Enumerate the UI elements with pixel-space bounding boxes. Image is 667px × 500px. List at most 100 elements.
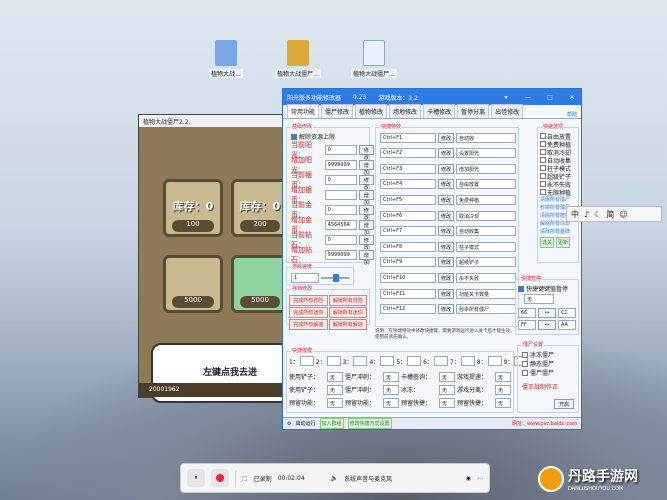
ime-mode-icon[interactable]: ♪ bbox=[584, 210, 589, 219]
zombie-option-checkbox[interactable] bbox=[522, 360, 528, 367]
hotkey-action-select[interactable]: 功能关卡数量 bbox=[456, 288, 517, 299]
tab-slot[interactable]: 卡槽修改 bbox=[423, 104, 456, 118]
select-level-button[interactable]: 选关 bbox=[540, 237, 555, 248]
field-input[interactable]: 4564564 bbox=[324, 219, 357, 230]
hotkey-modify-button[interactable]: 修改 bbox=[438, 257, 455, 268]
hotkey-input[interactable]: Ctrl+F3 bbox=[380, 163, 436, 174]
quick-option-item[interactable]: 无限种植 bbox=[540, 188, 571, 197]
game-window[interactable]: 植物大战僵尸2.2 库存：0 100 库存：0 200 5000 5000 左键… bbox=[138, 114, 291, 403]
gold-tile[interactable]: 库存：0 200 bbox=[231, 179, 289, 237]
quick-action-link[interactable]: 清除所有僵尸 bbox=[540, 196, 571, 204]
hotkey-input[interactable]: Ctrl+F9 bbox=[380, 257, 436, 268]
hotkey-action-select[interactable]: 柱子模式 bbox=[456, 241, 517, 252]
tab-plant[interactable]: 植物修改 bbox=[355, 104, 388, 118]
slot-select[interactable] bbox=[487, 356, 502, 366]
complete-mini-button[interactable]: 完成所有迷你 bbox=[289, 307, 328, 318]
desktop-icon-archive[interactable]: 植物大战... bbox=[196, 40, 256, 78]
field-button[interactable]: 增加 bbox=[358, 159, 375, 176]
hotkey-action-select[interactable]: 秒杀所有僵尸 bbox=[456, 304, 517, 315]
zombie-option-item[interactable]: 静态僵尸 bbox=[522, 359, 554, 368]
update-button[interactable]: 更新 bbox=[556, 237, 571, 248]
hotkey-modify-button[interactable]: 修改 bbox=[438, 241, 455, 252]
hotkey-action-select[interactable]: 取消冷却 bbox=[456, 210, 517, 221]
hotkey-modify-button[interactable]: 修改 bbox=[438, 272, 455, 283]
tab-common[interactable]: 常用功能 bbox=[287, 104, 320, 118]
field-input[interactable]: 0 bbox=[324, 174, 357, 185]
quick-option-checkbox[interactable] bbox=[540, 189, 546, 195]
hotkey-config-select[interactable]: 无 bbox=[327, 397, 343, 408]
slot-select[interactable] bbox=[326, 356, 341, 366]
hotkey-action-select[interactable]: 免费种植 bbox=[456, 194, 517, 205]
unlock-puzzle-button[interactable]: 解锁所有解谜 bbox=[328, 319, 367, 330]
hotkey-input[interactable]: Ctrl+F10 bbox=[380, 272, 436, 283]
value-field[interactable]: 66 bbox=[518, 308, 536, 318]
trainer-titlebar[interactable]: 阳光版多功能修改器 0.23 游戏版本：2.2 ▾ — □ ✕ bbox=[283, 89, 581, 105]
hotkey-config-select[interactable]: 无 bbox=[439, 397, 455, 408]
join-group-button[interactable]: 加入群组 bbox=[319, 418, 344, 429]
zombie-option-item[interactable]: 僵尸僵尸 bbox=[522, 368, 554, 377]
hotkey-modify-button[interactable]: 修改 bbox=[438, 288, 455, 299]
desktop-icon-rar[interactable]: 植物大战僵尸... bbox=[268, 40, 328, 78]
tab-field[interactable]: 场地修改 bbox=[389, 104, 422, 118]
card-pause-checkbox[interactable] bbox=[518, 285, 524, 292]
card-pause-select[interactable]: 无 bbox=[524, 294, 554, 304]
plant-slot-tile[interactable]: 5000 bbox=[163, 255, 223, 313]
hotkey-input[interactable]: Ctrl+F4 bbox=[380, 179, 436, 190]
slot-select[interactable] bbox=[380, 356, 395, 366]
help-link[interactable]: 帮助 bbox=[567, 111, 577, 118]
hotkey-config-select[interactable]: 无 bbox=[383, 371, 399, 382]
speed-slider[interactable] bbox=[321, 273, 349, 282]
zombie-option-checkbox[interactable] bbox=[522, 351, 528, 358]
value-field[interactable]: FF bbox=[518, 320, 536, 330]
more-icon[interactable]: ⋯ bbox=[477, 475, 483, 482]
hotkey-action-select[interactable]: 永不失败 bbox=[456, 272, 517, 283]
hotkey-config-select[interactable]: 无 bbox=[495, 371, 511, 382]
ime-emoji-icon[interactable]: ☺ bbox=[619, 210, 627, 219]
field-button[interactable]: 修改 bbox=[358, 174, 375, 191]
slot-select[interactable] bbox=[353, 356, 368, 366]
arrow-icon[interactable]: ↔ bbox=[538, 308, 556, 318]
field-button[interactable]: 修改 bbox=[358, 204, 375, 221]
hotkey-action-select[interactable]: 增加阳光 bbox=[456, 163, 517, 174]
hotkey-input[interactable]: Ctrl+F6 bbox=[380, 210, 436, 221]
ime-language[interactable]: 中 bbox=[571, 209, 579, 220]
field-input[interactable]: 9999999 bbox=[324, 159, 357, 170]
slot-select[interactable] bbox=[407, 356, 422, 366]
hotkey-input[interactable]: Ctrl+F2 bbox=[380, 148, 436, 159]
screen-recorder-toolbar[interactable]: ⏸ ⬚ 已录制 00:02:04 🔈 系统声音与麦克风 ◉ ⋯ bbox=[180, 463, 490, 493]
tab-spawn[interactable]: 出怪修改 bbox=[491, 104, 524, 118]
slot-select[interactable] bbox=[460, 356, 475, 366]
ime-simplified[interactable]: 简 bbox=[606, 209, 614, 220]
field-button[interactable]: 修改 bbox=[358, 234, 375, 251]
pause-button[interactable]: ⏸ bbox=[187, 469, 205, 487]
hotkey-modify-button[interactable]: 修改 bbox=[438, 163, 455, 174]
quick-option-checkbox[interactable] bbox=[540, 165, 546, 171]
hotkey-action-select[interactable]: 自动收 bbox=[456, 132, 517, 143]
arrow-icon[interactable]: ↔ bbox=[538, 320, 556, 330]
rainbow-tile[interactable]: 5000 bbox=[231, 255, 289, 313]
unlock-mini-button[interactable]: 解锁所有迷你 bbox=[328, 307, 367, 318]
quick-action-link[interactable]: 清除所有墓碑 bbox=[540, 228, 571, 236]
maximize-icon[interactable]: □ bbox=[545, 94, 555, 101]
speaker-icon[interactable]: 🔈 bbox=[331, 475, 338, 482]
open-button[interactable]: 开启 bbox=[554, 399, 574, 409]
trainer-window[interactable]: 阳光版多功能修改器 0.23 游戏版本：2.2 ▾ — □ ✕ 常用功能 僵尸修… bbox=[282, 88, 582, 430]
hotkey-modify-button[interactable]: 修改 bbox=[438, 304, 455, 315]
hotkey-config-select[interactable]: 无 bbox=[383, 397, 399, 408]
audio-source[interactable]: 系统声音与麦克风 bbox=[344, 474, 392, 483]
tab-zombie[interactable]: 僵尸修改 bbox=[321, 104, 354, 118]
hotkey-input[interactable]: Ctrl+F11 bbox=[380, 288, 436, 299]
slider-thumb[interactable] bbox=[333, 273, 339, 282]
quick-option-checkbox[interactable] bbox=[540, 149, 546, 155]
hotkey-config-select[interactable]: 无 bbox=[383, 384, 399, 395]
hotkey-modify-button[interactable]: 修改 bbox=[438, 210, 455, 221]
speed-input[interactable]: 1 bbox=[291, 272, 319, 283]
shovel-tile[interactable]: 库存：0 100 bbox=[163, 179, 223, 237]
camera-icon[interactable]: ◉ bbox=[466, 475, 471, 482]
field-input[interactable]: 0 bbox=[324, 234, 357, 245]
ime-moon-icon[interactable]: ☾ bbox=[594, 210, 601, 219]
hotkey-action-select[interactable]: 自由放置 bbox=[456, 179, 517, 190]
field-input[interactable] bbox=[324, 189, 357, 200]
hotkey-config-select[interactable]: 无 bbox=[495, 384, 511, 395]
hotkey-config-select[interactable]: 无 bbox=[327, 371, 343, 382]
